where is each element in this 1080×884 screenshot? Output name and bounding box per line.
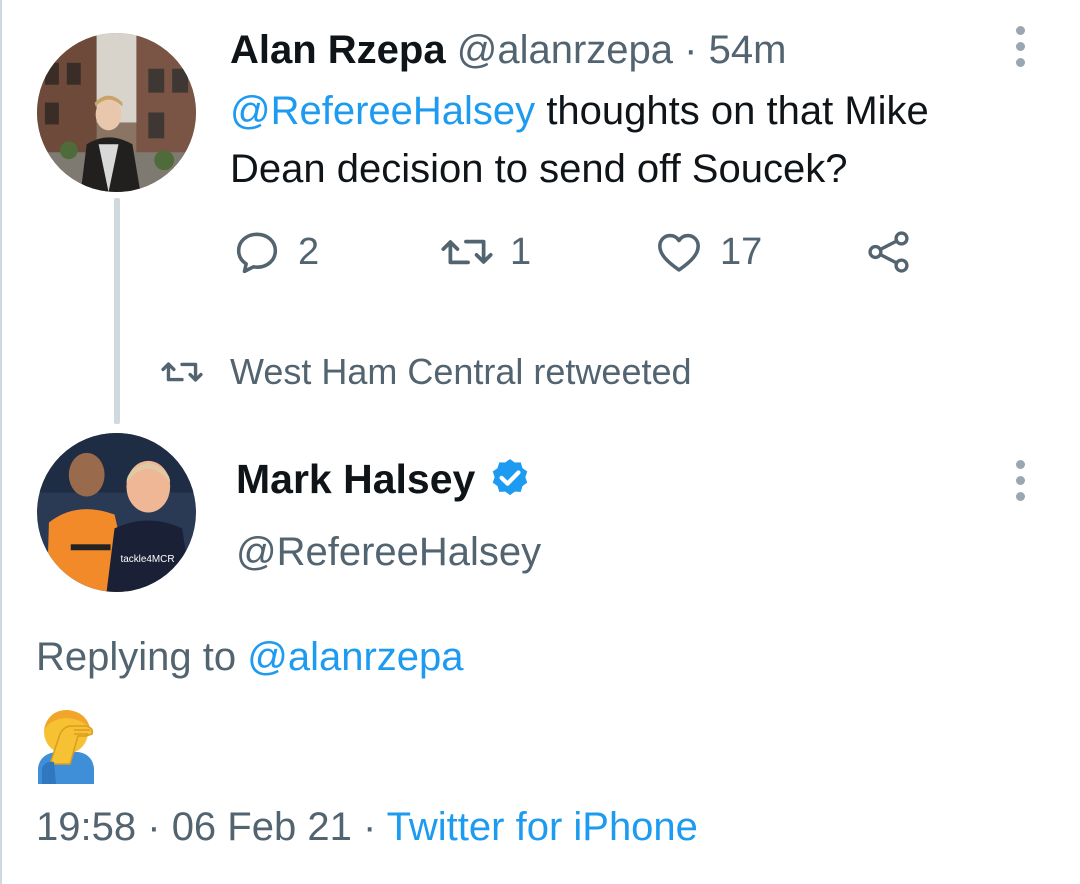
thread-connector-line [114, 198, 120, 424]
tweet-date: 06 Feb 21 [171, 805, 352, 849]
meta-separator-1: · [147, 805, 161, 849]
reply-author-handle[interactable]: @RefereeHalsey [236, 526, 541, 578]
reply-author-name[interactable]: Mark Halsey [236, 456, 475, 503]
mention-link[interactable]: @RefereeHalsey [230, 89, 535, 133]
replying-handle-link[interactable]: @alanrzepa [247, 635, 463, 679]
retweet-small-icon [161, 362, 203, 382]
reply-count: 2 [298, 230, 320, 273]
reply-more-options-icon[interactable] [1008, 452, 1032, 508]
avatar-alan-rzepa[interactable] [37, 33, 196, 192]
retweet-notice: West Ham Central retweeted [160, 348, 692, 396]
retweet-notice-text[interactable]: West Ham Central retweeted [230, 351, 692, 393]
tweet-header: Alan Rzepa @alanrzepa · 54m [230, 26, 786, 74]
more-options-icon[interactable] [1008, 18, 1032, 74]
header-separator: · [684, 28, 698, 72]
reply-icon [236, 232, 278, 274]
meta-separator-2: · [362, 805, 377, 849]
avatar-photo-street [37, 33, 196, 192]
retweet-count: 1 [510, 230, 532, 273]
retweet-icon [441, 239, 493, 265]
like-count: 17 [720, 230, 763, 273]
tweet-text: @RefereeHalsey thoughts on that Mike Dea… [230, 82, 1030, 198]
share-button[interactable] [864, 222, 914, 282]
tweet-time[interactable]: 54m [709, 28, 787, 72]
woman-facepalming-emoji-icon [38, 710, 94, 784]
tweet-meta: 19:58 · 06 Feb 21 · Twitter for iPhone [36, 800, 698, 854]
reply-author-row: Mark Halsey [236, 452, 533, 506]
author-handle[interactable]: @alanrzepa [457, 28, 673, 72]
svg-text:tackle4MCR: tackle4MCR [120, 554, 174, 565]
left-border [0, 0, 2, 884]
avatar-photo-referee: tackle4MCR [37, 433, 196, 592]
avatar-mark-halsey[interactable]: tackle4MCR [37, 433, 196, 592]
replying-prefix: Replying to [36, 635, 237, 679]
tweet-time: 19:58 [36, 805, 137, 849]
share-icon [868, 231, 909, 273]
like-button[interactable]: 17 [654, 222, 762, 282]
heart-icon [658, 233, 700, 272]
author-name[interactable]: Alan Rzepa [230, 28, 446, 72]
reply-button[interactable]: 2 [232, 222, 319, 282]
retweet-button[interactable]: 1 [440, 222, 531, 282]
verified-badge-icon [493, 459, 528, 496]
replying-to: Replying to @alanrzepa [36, 630, 464, 684]
tweet-source-link[interactable]: Twitter for iPhone [387, 805, 698, 849]
